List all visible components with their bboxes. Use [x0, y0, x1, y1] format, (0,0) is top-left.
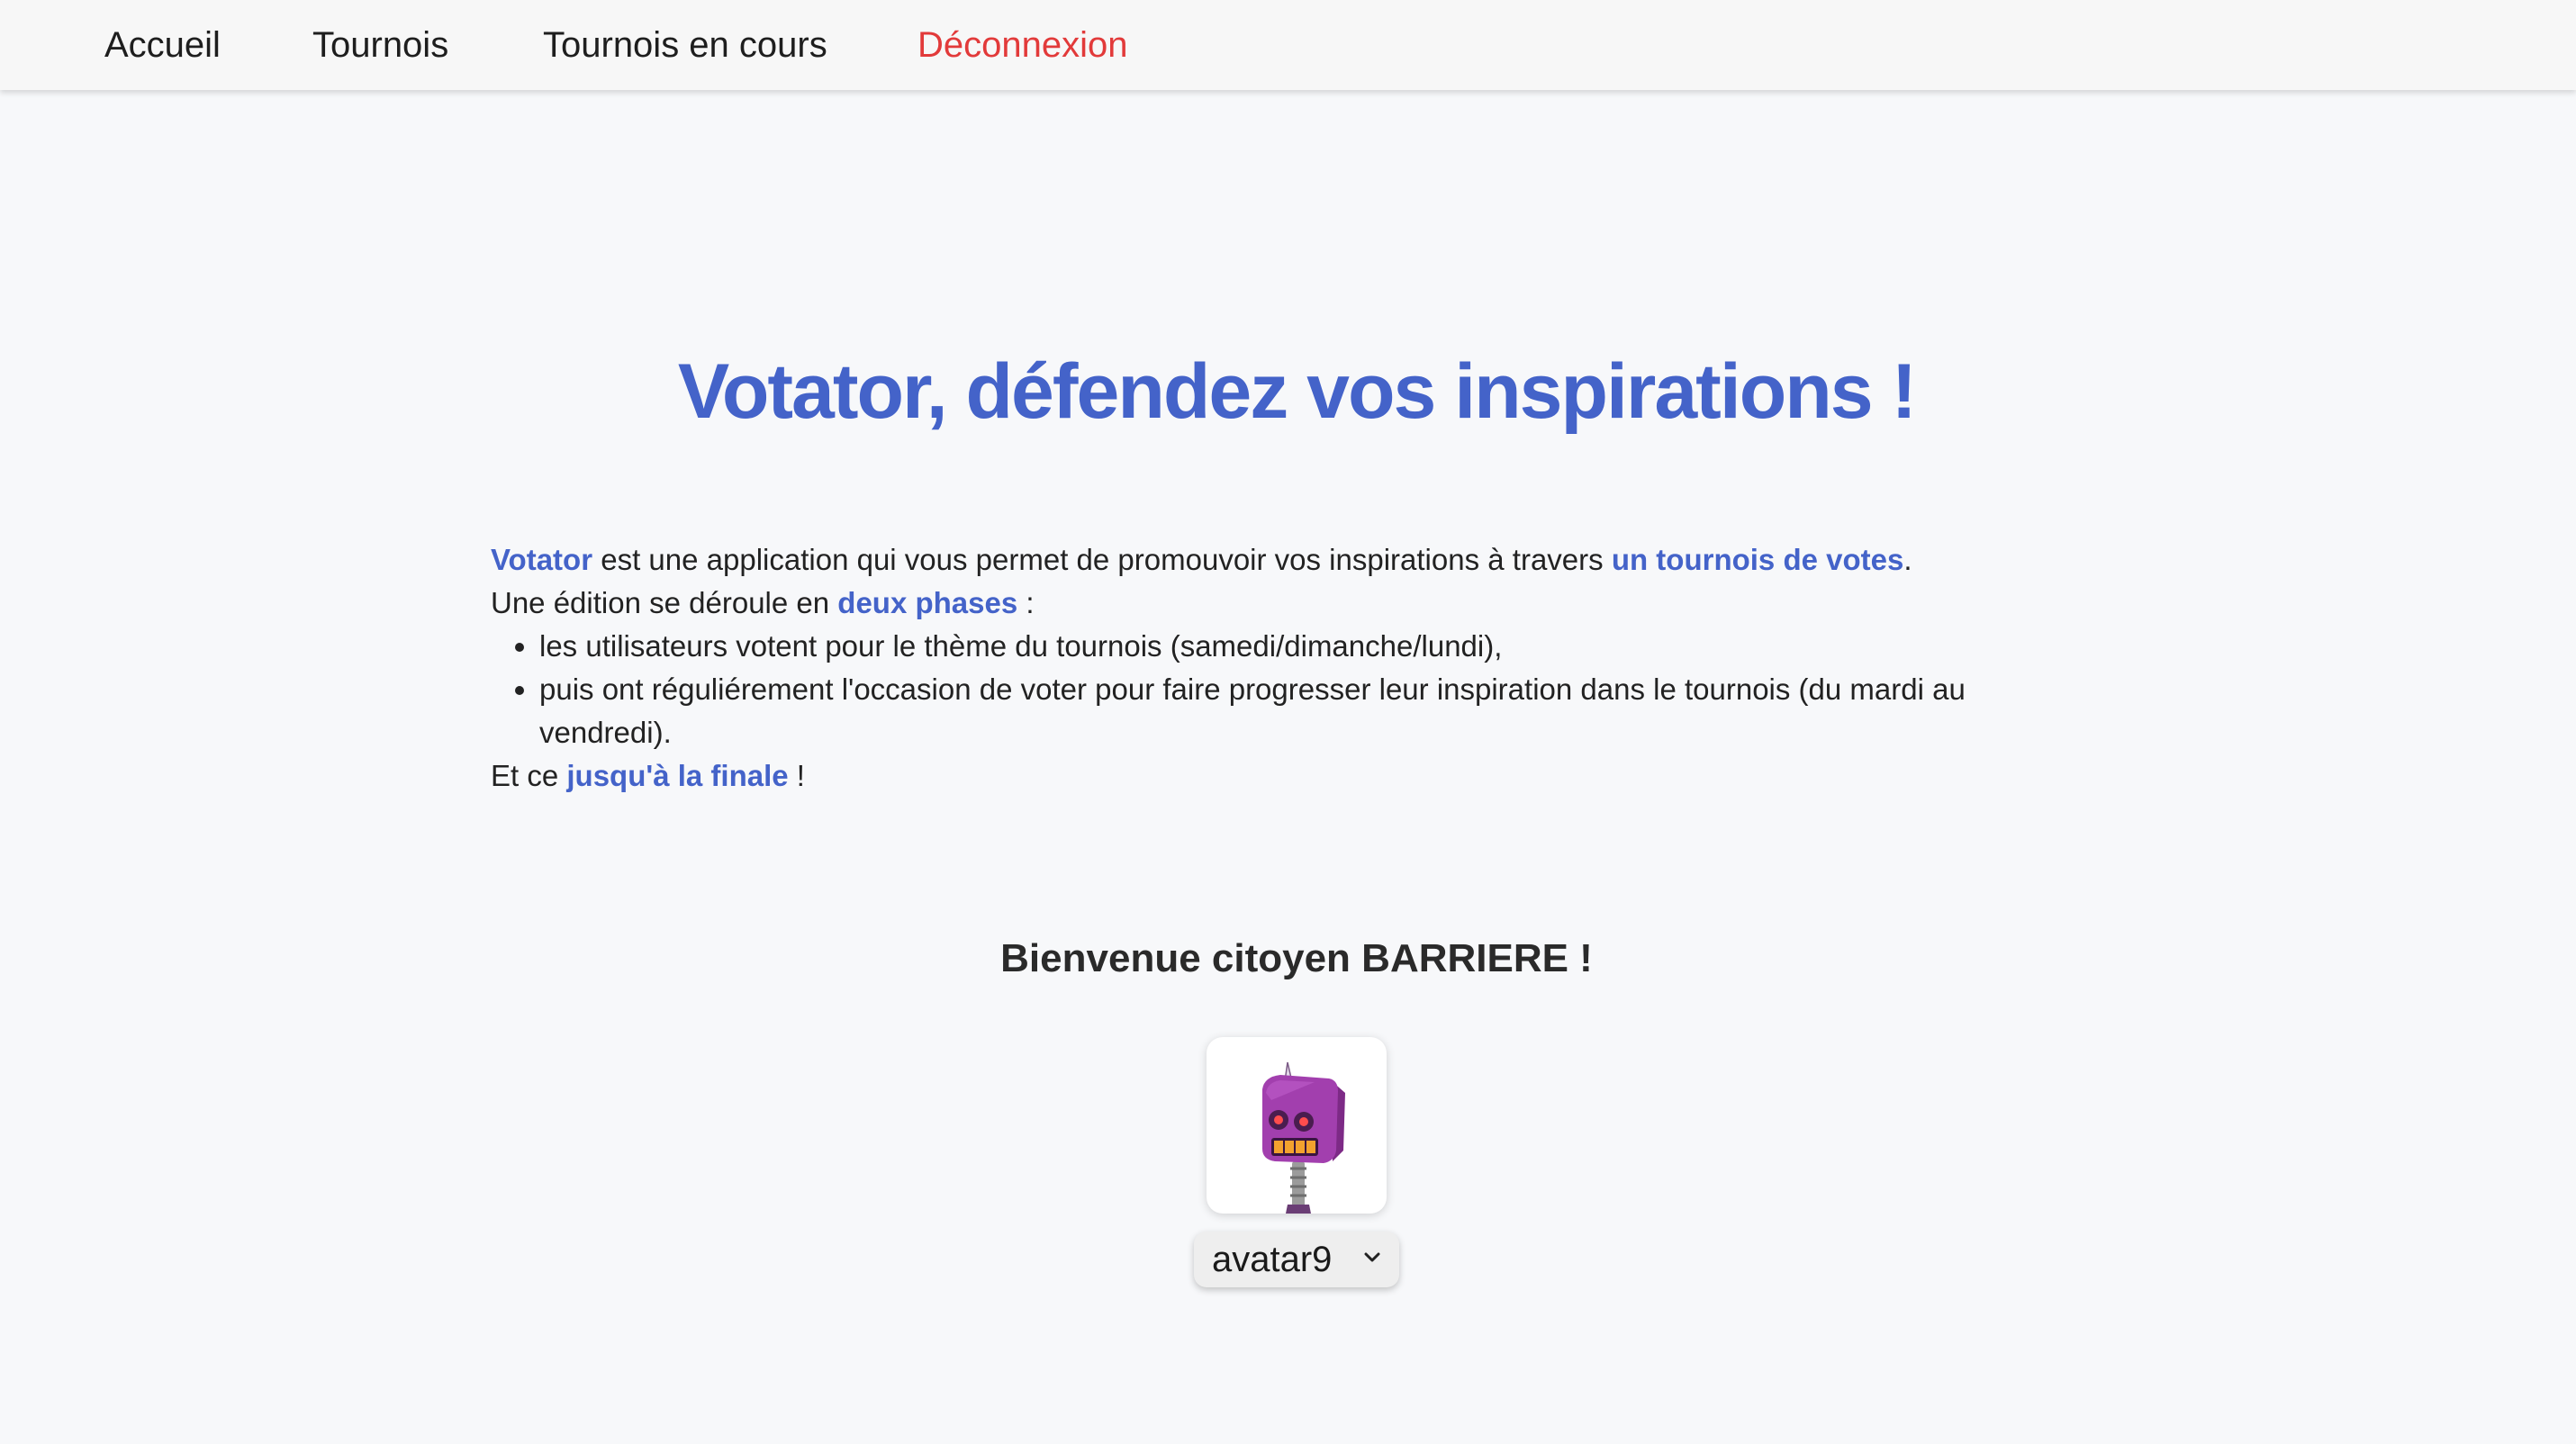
nav-link-ongoing-tournaments[interactable]: Tournois en cours [543, 22, 827, 68]
avatar-select-value: avatar9 [1212, 1240, 1333, 1279]
phases-highlight: deux phases [837, 586, 1018, 619]
nav-link-home[interactable]: Accueil [104, 22, 221, 68]
nav-link-logout[interactable]: Déconnexion [917, 22, 1128, 68]
list-item: puis ont réguliérement l'occasion de vot… [539, 668, 2021, 754]
page-title: Votator, défendez vos inspirations ! [677, 348, 1917, 435]
intro-text: Votator est une application qui vous per… [491, 538, 2021, 798]
avatar-select[interactable]: avatar9 [1194, 1232, 1399, 1287]
phases-list: les utilisateurs votent pour le thème du… [491, 625, 2021, 754]
nav-link-tournaments[interactable]: Tournois [312, 22, 448, 68]
robot-avatar-icon [1262, 1061, 1345, 1214]
chevron-down-icon [1364, 1252, 1380, 1262]
top-navbar: Accueil Tournois Tournois en cours Décon… [0, 0, 2576, 90]
final-highlight: jusqu'à la finale [566, 759, 789, 792]
avatar [1207, 1037, 1387, 1214]
brand-name: Votator [491, 543, 593, 576]
intro-line-2: Une édition se déroule en deux phases : [491, 586, 1035, 619]
intro-line-1: Votator est une application qui vous per… [491, 543, 1912, 576]
tournament-highlight: un tournois de votes [1611, 543, 1904, 576]
welcome-message: Bienvenue citoyen BARRIERE ! [1000, 936, 1593, 980]
list-item: les utilisateurs votent pour le thème du… [539, 625, 2021, 668]
intro-line-3: Et ce jusqu'à la finale ! [491, 759, 805, 792]
